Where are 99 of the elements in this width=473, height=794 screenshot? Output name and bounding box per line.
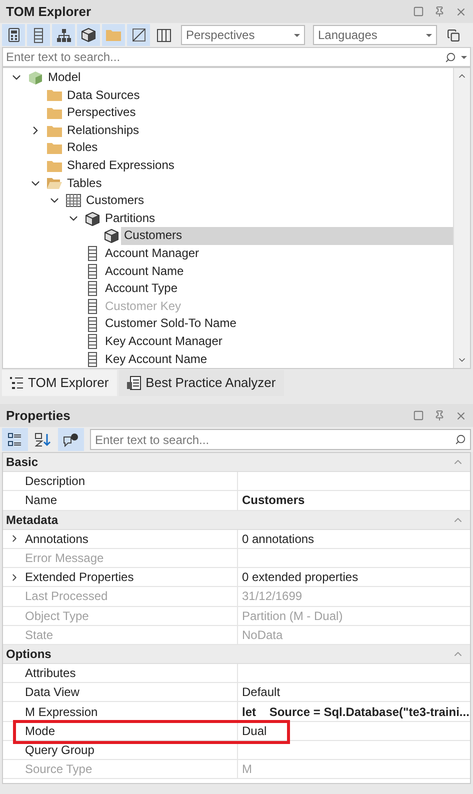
column-icon bbox=[88, 281, 97, 296]
tree-item[interactable]: Customers bbox=[121, 227, 453, 245]
tree-item[interactable]: Partitions bbox=[102, 210, 158, 228]
report-icon bbox=[126, 376, 141, 390]
category-header[interactable]: Options bbox=[3, 644, 470, 664]
property-name: Query Group bbox=[25, 742, 94, 759]
tree-item[interactable]: Model bbox=[45, 69, 84, 87]
property-name: M Expression bbox=[25, 704, 98, 721]
open-folder-icon bbox=[47, 177, 62, 190]
sort-icon bbox=[35, 432, 51, 446]
column-icon bbox=[88, 352, 97, 367]
perspectives-dropdown[interactable]: Perspectives bbox=[181, 25, 305, 45]
toolbar-button[interactable] bbox=[58, 428, 84, 451]
property-name: Annotations bbox=[25, 530, 88, 548]
search-field[interactable]: Enter text to search... bbox=[2, 47, 471, 67]
search-icon bbox=[445, 52, 456, 62]
languages-dropdown[interactable]: Languages bbox=[313, 25, 437, 45]
property-value[interactable]: 0 extended properties bbox=[242, 568, 358, 586]
folder-icon bbox=[47, 89, 62, 102]
search-input[interactable]: Enter text to search... bbox=[6, 48, 445, 66]
cube-icon bbox=[28, 70, 43, 85]
tree-item[interactable]: Customer Sold-To Name bbox=[102, 315, 240, 333]
property-value[interactable]: Dual bbox=[242, 722, 267, 740]
category-title: Options bbox=[6, 646, 52, 663]
tree-item[interactable]: Tables bbox=[64, 174, 105, 192]
column-icon bbox=[88, 316, 97, 332]
property-value[interactable]: Default bbox=[242, 683, 280, 702]
toolbar-button[interactable] bbox=[2, 428, 28, 451]
toolbar-button[interactable] bbox=[127, 24, 150, 46]
folder-icon bbox=[47, 160, 62, 172]
folder-icon bbox=[47, 106, 62, 119]
list-icon bbox=[10, 377, 23, 389]
maximize-icon[interactable] bbox=[413, 410, 424, 421]
dropdown-arrow-icon bbox=[294, 34, 300, 36]
dropdown-arrow-icon bbox=[426, 34, 432, 36]
scrollbar[interactable] bbox=[453, 68, 470, 368]
windows-icon[interactable] bbox=[447, 28, 460, 42]
column-icon bbox=[88, 264, 97, 279]
comment-icon bbox=[63, 432, 79, 446]
table-icon bbox=[66, 194, 81, 208]
column-icon bbox=[88, 334, 97, 350]
pin-icon[interactable] bbox=[434, 410, 445, 421]
category-title: Metadata bbox=[6, 512, 60, 529]
search-icon bbox=[455, 434, 466, 445]
panel-title: TOM Explorer bbox=[6, 2, 92, 21]
panel-tab[interactable]: Best Practice Analyzer bbox=[118, 370, 284, 396]
tree-item[interactable]: Customers bbox=[83, 192, 148, 210]
columns-icon bbox=[156, 28, 170, 42]
category-header[interactable]: Basic bbox=[3, 453, 470, 472]
property-name: Extended Properties bbox=[25, 569, 134, 586]
property-name: State bbox=[25, 626, 54, 644]
tree-item[interactable]: Account Manager bbox=[102, 244, 202, 263]
category-header[interactable]: Metadata bbox=[3, 510, 470, 530]
property-name: Last Processed bbox=[25, 588, 108, 606]
property-name: Attributes bbox=[25, 665, 76, 682]
close-icon[interactable] bbox=[455, 6, 467, 18]
property-name: Object Type bbox=[25, 608, 89, 625]
toolbar-button[interactable] bbox=[52, 24, 75, 46]
pin-icon[interactable] bbox=[434, 6, 445, 17]
tree-item[interactable]: Relationships bbox=[64, 122, 142, 140]
toolbar-button[interactable] bbox=[27, 24, 50, 46]
cube-icon bbox=[104, 229, 119, 244]
dropdown-arrow-icon bbox=[461, 56, 467, 58]
tree-item[interactable]: Perspectives bbox=[64, 104, 139, 122]
panel-title: Properties bbox=[6, 406, 70, 425]
property-name: Description bbox=[25, 473, 86, 490]
folder-icon bbox=[47, 124, 62, 137]
tree-item[interactable]: Account Type bbox=[102, 280, 180, 298]
panel-tab[interactable]: TOM Explorer bbox=[2, 370, 117, 396]
cube-icon bbox=[81, 28, 96, 42]
property-name: Data View bbox=[25, 684, 80, 702]
tree-item[interactable]: Key Account Manager bbox=[102, 332, 226, 350]
category-title: Basic bbox=[6, 454, 40, 472]
categorized-icon bbox=[8, 432, 22, 446]
tree-item[interactable]: Key Account Name bbox=[102, 350, 210, 368]
hierarchy-icon bbox=[56, 28, 70, 42]
property-name: Error Message bbox=[25, 550, 104, 568]
tree-item[interactable]: Roles bbox=[64, 139, 101, 157]
calculator-icon bbox=[8, 28, 20, 42]
tree-item[interactable]: Shared Expressions bbox=[64, 156, 178, 175]
column-icon bbox=[88, 299, 97, 314]
property-value[interactable]: let Source = Sql.Database("te3-traini... bbox=[242, 702, 470, 721]
property-value[interactable]: 0 annotations bbox=[242, 530, 314, 548]
tree-item[interactable]: Account Name bbox=[102, 262, 187, 280]
column-icon bbox=[34, 28, 43, 42]
toolbar-button[interactable] bbox=[77, 24, 100, 46]
close-icon[interactable] bbox=[455, 410, 467, 422]
property-name: Source Type bbox=[25, 761, 92, 778]
property-name: Mode bbox=[25, 722, 56, 740]
search-field[interactable]: Enter text to search... bbox=[90, 429, 471, 450]
property-value[interactable]: Customers bbox=[242, 491, 305, 510]
folder-icon bbox=[106, 29, 121, 41]
maximize-icon[interactable] bbox=[413, 6, 424, 17]
column-icon bbox=[88, 246, 97, 262]
toolbar-button[interactable] bbox=[2, 24, 25, 46]
tree-item[interactable]: Data Sources bbox=[64, 86, 143, 104]
property-name: Name bbox=[25, 492, 58, 510]
cube-icon bbox=[85, 212, 100, 226]
folder-icon bbox=[47, 142, 62, 154]
